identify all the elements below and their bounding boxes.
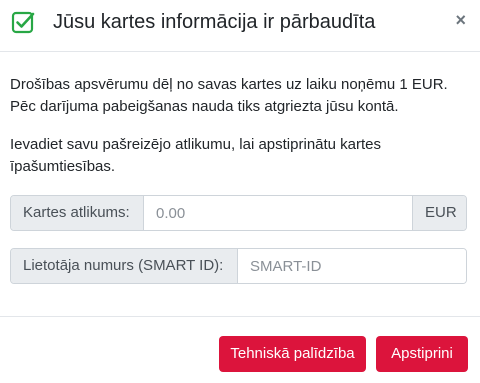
currency-suffix: EUR (412, 196, 466, 230)
technical-support-button[interactable]: Tehniskā palīdzība (219, 336, 366, 372)
footer-divider (0, 316, 480, 317)
balance-input[interactable] (144, 196, 412, 230)
smart-id-label: Lietotāja numurs (SMART ID): (11, 249, 238, 283)
modal-header: Jūsu kartes informācija ir pārbaudīta × (0, 0, 480, 52)
instruction-paragraph: Ievadiet savu pašreizējo atlikumu, lai a… (10, 134, 472, 178)
card-verification-modal: Jūsu kartes informācija ir pārbaudīta × … (0, 0, 480, 383)
instruction-line-2: īpašumtiesības. (10, 158, 116, 175)
balance-input-group: Kartes atlikums: EUR (10, 195, 467, 231)
smart-id-input-group: Lietotāja numurs (SMART ID): (10, 248, 467, 284)
smart-id-input[interactable] (238, 249, 466, 283)
info-line-2: Pēc darījuma pabeigšanas nauda tiks atgr… (10, 98, 399, 115)
check-square-icon (11, 11, 35, 34)
balance-label: Kartes atlikums: (11, 196, 144, 230)
instruction-line-1: Ievadiet savu pašreizējo atlikumu, lai a… (10, 136, 382, 153)
info-line-1: Drošības apsvērumu dēļ no savas kartes u… (10, 76, 448, 93)
modal-title: Jūsu kartes informācija ir pārbaudīta (53, 11, 376, 33)
info-paragraph: Drošības apsvērumu dēļ no savas kartes u… (10, 74, 472, 118)
confirm-button[interactable]: Apstiprini (376, 336, 468, 372)
close-icon[interactable]: × (455, 10, 466, 30)
